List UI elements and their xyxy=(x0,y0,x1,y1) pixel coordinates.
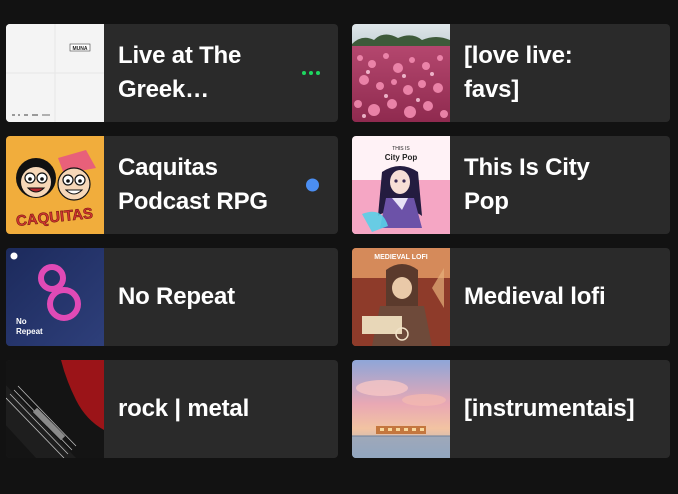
playlist-card-instrumentais[interactable]: [instrumentais] xyxy=(352,360,670,458)
svg-text:Repeat: Repeat xyxy=(16,327,43,336)
spotify-logo-icon xyxy=(10,252,18,260)
playlist-card-medieval-lofi[interactable]: MEDIEVAL LOFI Medieval lofi xyxy=(352,248,670,346)
playlist-card-this-is-city-pop[interactable]: THIS IS City Pop This Is City Pop xyxy=(352,136,670,234)
playlist-title: Caquitas Podcast RPG xyxy=(118,154,268,215)
playlist-title: rock | metal xyxy=(118,395,250,422)
playlist-title: [love live: favs] xyxy=(464,42,573,103)
caquitas-cartoon-cover: CAQUITAS xyxy=(6,136,104,234)
no-repeat-spotify-cover: No Repeat xyxy=(6,248,104,346)
playlist-card-love-live-favs[interactable]: [love live: favs] xyxy=(352,24,670,122)
playlist-grid: MUNA Live at The Greek Theatr… xyxy=(6,24,670,458)
playlist-title: This Is City Pop xyxy=(464,154,590,215)
pink-flower-field-cover xyxy=(352,24,450,122)
city-pop-cover-label: City Pop xyxy=(385,153,418,162)
playlist-card-caquitas-podcast[interactable]: CAQUITAS Caquitas Podcast RPG xyxy=(6,136,338,234)
playing-dots-icon xyxy=(302,71,320,75)
playlist-card-rock-metal[interactable]: rock | metal xyxy=(6,360,338,458)
sunset-train-cover xyxy=(352,360,450,458)
playlist-card-live-greek-theatre[interactable]: MUNA Live at The Greek Theatr… xyxy=(6,24,338,122)
guitar-cover xyxy=(6,360,104,458)
playlist-card-no-repeat[interactable]: No Repeat No Repeat xyxy=(6,248,338,346)
medieval-lofi-cover-label: MEDIEVAL LOFI xyxy=(374,254,427,261)
playlist-title: No Repeat xyxy=(118,283,235,310)
svg-text:No: No xyxy=(16,317,27,326)
medieval-lofi-cover: MEDIEVAL LOFI xyxy=(352,248,450,346)
playlist-title: [instrumentais] xyxy=(464,395,635,422)
playlist-title: Medieval lofi xyxy=(464,283,606,310)
city-pop-anime-cover: THIS IS City Pop xyxy=(352,136,450,234)
this-is-label: THIS IS xyxy=(392,146,410,152)
new-episode-dot-icon xyxy=(306,178,319,192)
muna-cover-label: MUNA xyxy=(73,46,88,52)
muna-live-cover: MUNA xyxy=(6,24,104,122)
